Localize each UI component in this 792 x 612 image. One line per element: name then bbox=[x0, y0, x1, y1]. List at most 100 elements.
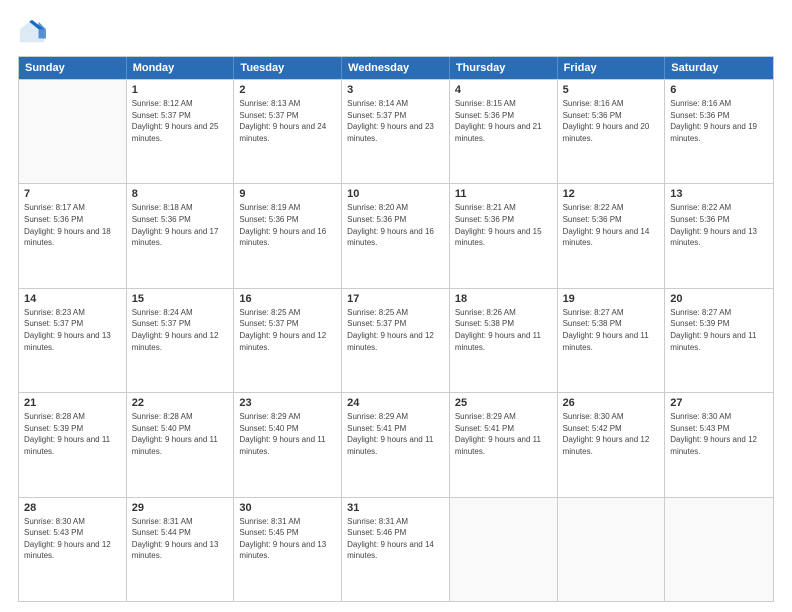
cell-info: Sunrise: 8:15 AMSunset: 5:36 PMDaylight:… bbox=[455, 98, 552, 144]
day-number: 25 bbox=[455, 397, 552, 409]
calendar-week-2: 14 Sunrise: 8:23 AMSunset: 5:37 PMDayligh… bbox=[19, 288, 773, 392]
calendar-cell: 6Sunrise: 8:16 AMSunset: 5:36 PMDaylight… bbox=[665, 80, 773, 183]
cell-info: Sunrise: 8:31 AMSunset: 5:44 PMDaylight:… bbox=[132, 516, 229, 562]
calendar-cell bbox=[19, 80, 127, 183]
day-number: 13 bbox=[670, 188, 768, 200]
day-number: 21 bbox=[24, 397, 121, 409]
day-number: 23 bbox=[239, 397, 336, 409]
cell-info: Sunrise: 8:30 AMSunset: 5:42 PMDaylight:… bbox=[563, 411, 660, 457]
calendar-week-1: 7 Sunrise: 8:17 AMSunset: 5:36 PMDaylight… bbox=[19, 183, 773, 287]
cell-info: Sunrise: 8:17 AMSunset: 5:36 PMDaylight:… bbox=[24, 202, 121, 248]
cell-info: Sunrise: 8:31 AMSunset: 5:46 PMDaylight:… bbox=[347, 516, 444, 562]
calendar-body: 1Sunrise: 8:12 AMSunset: 5:37 PMDaylight… bbox=[19, 79, 773, 601]
day-number: 2 bbox=[239, 84, 336, 96]
cell-info: Sunrise: 8:30 AMSunset: 5:43 PMDaylight:… bbox=[24, 516, 121, 562]
day-number: 22 bbox=[132, 397, 229, 409]
cell-info: Sunrise: 8:23 AMSunset: 5:37 PMDaylight:… bbox=[24, 307, 121, 353]
calendar-cell: 11Sunrise: 8:21 AMSunset: 5:36 PMDayligh… bbox=[450, 184, 558, 287]
day-number: 5 bbox=[563, 84, 660, 96]
cell-info: Sunrise: 8:29 AMSunset: 5:41 PMDaylight:… bbox=[347, 411, 444, 457]
day-number: 27 bbox=[670, 397, 768, 409]
cell-info: Sunrise: 8:14 AMSunset: 5:37 PMDaylight:… bbox=[347, 98, 444, 144]
calendar-cell: 14 Sunrise: 8:23 AMSunset: 5:37 PMDayligh… bbox=[19, 289, 127, 392]
day-number: 17 bbox=[347, 293, 444, 305]
day-number: 28 bbox=[24, 502, 121, 514]
cell-info: Sunrise: 8:28 AMSunset: 5:40 PMDaylight:… bbox=[132, 411, 229, 457]
calendar-cell: 15 Sunrise: 8:24 AMSunset: 5:37 PMDayligh… bbox=[127, 289, 235, 392]
cell-info: Sunrise: 8:24 AMSunset: 5:37 PMDaylight:… bbox=[132, 307, 229, 353]
cell-info: Sunrise: 8:29 AMSunset: 5:41 PMDaylight:… bbox=[455, 411, 552, 457]
cell-info: Sunrise: 8:22 AMSunset: 5:36 PMDaylight:… bbox=[563, 202, 660, 248]
calendar-week-4: 28 Sunrise: 8:30 AMSunset: 5:43 PMDayligh… bbox=[19, 497, 773, 601]
calendar-cell: 27 Sunrise: 8:30 AMSunset: 5:43 PMDayligh… bbox=[665, 393, 773, 496]
calendar-cell: 12 Sunrise: 8:22 AMSunset: 5:36 PMDayligh… bbox=[558, 184, 666, 287]
calendar-cell: 7 Sunrise: 8:17 AMSunset: 5:36 PMDaylight… bbox=[19, 184, 127, 287]
calendar-cell: 18Sunrise: 8:26 AMSunset: 5:38 PMDayligh… bbox=[450, 289, 558, 392]
logo-icon bbox=[18, 18, 46, 46]
day-number: 9 bbox=[239, 188, 336, 200]
day-number: 18 bbox=[455, 293, 552, 305]
header-day-saturday: Saturday bbox=[665, 57, 773, 79]
calendar-week-0: 1Sunrise: 8:12 AMSunset: 5:37 PMDaylight… bbox=[19, 79, 773, 183]
calendar-cell: 26Sunrise: 8:30 AMSunset: 5:42 PMDayligh… bbox=[558, 393, 666, 496]
calendar-cell: 29 Sunrise: 8:31 AMSunset: 5:44 PMDayligh… bbox=[127, 498, 235, 601]
cell-info: Sunrise: 8:25 AMSunset: 5:37 PMDaylight:… bbox=[239, 307, 336, 353]
calendar-cell: 1Sunrise: 8:12 AMSunset: 5:37 PMDaylight… bbox=[127, 80, 235, 183]
header-day-monday: Monday bbox=[127, 57, 235, 79]
page: SundayMondayTuesdayWednesdayThursdayFrid… bbox=[0, 0, 792, 612]
calendar-cell: 8Sunrise: 8:18 AMSunset: 5:36 PMDaylight… bbox=[127, 184, 235, 287]
calendar-cell: 17 Sunrise: 8:25 AMSunset: 5:37 PMDayligh… bbox=[342, 289, 450, 392]
cell-info: Sunrise: 8:30 AMSunset: 5:43 PMDaylight:… bbox=[670, 411, 768, 457]
header-day-friday: Friday bbox=[558, 57, 666, 79]
cell-info: Sunrise: 8:13 AMSunset: 5:37 PMDaylight:… bbox=[239, 98, 336, 144]
day-number: 14 bbox=[24, 293, 121, 305]
day-number: 10 bbox=[347, 188, 444, 200]
cell-info: Sunrise: 8:31 AMSunset: 5:45 PMDaylight:… bbox=[239, 516, 336, 562]
cell-info: Sunrise: 8:27 AMSunset: 5:38 PMDaylight:… bbox=[563, 307, 660, 353]
cell-info: Sunrise: 8:20 AMSunset: 5:36 PMDaylight:… bbox=[347, 202, 444, 248]
calendar-cell: 3 Sunrise: 8:14 AMSunset: 5:37 PMDaylight… bbox=[342, 80, 450, 183]
calendar-cell: 5 Sunrise: 8:16 AMSunset: 5:36 PMDaylight… bbox=[558, 80, 666, 183]
day-number: 31 bbox=[347, 502, 444, 514]
calendar-cell: 21 Sunrise: 8:28 AMSunset: 5:39 PMDayligh… bbox=[19, 393, 127, 496]
calendar-cell: 22 Sunrise: 8:28 AMSunset: 5:40 PMDayligh… bbox=[127, 393, 235, 496]
day-number: 16 bbox=[239, 293, 336, 305]
calendar-header-row: SundayMondayTuesdayWednesdayThursdayFrid… bbox=[19, 57, 773, 79]
calendar-cell: 9 Sunrise: 8:19 AMSunset: 5:36 PMDaylight… bbox=[234, 184, 342, 287]
day-number: 8 bbox=[132, 188, 229, 200]
day-number: 7 bbox=[24, 188, 121, 200]
header-day-thursday: Thursday bbox=[450, 57, 558, 79]
header bbox=[18, 18, 774, 46]
day-number: 30 bbox=[239, 502, 336, 514]
calendar-cell: 19 Sunrise: 8:27 AMSunset: 5:38 PMDayligh… bbox=[558, 289, 666, 392]
day-number: 29 bbox=[132, 502, 229, 514]
calendar-cell: 24Sunrise: 8:29 AMSunset: 5:41 PMDayligh… bbox=[342, 393, 450, 496]
cell-info: Sunrise: 8:25 AMSunset: 5:37 PMDaylight:… bbox=[347, 307, 444, 353]
calendar-cell: 10 Sunrise: 8:20 AMSunset: 5:36 PMDayligh… bbox=[342, 184, 450, 287]
day-number: 12 bbox=[563, 188, 660, 200]
day-number: 6 bbox=[670, 84, 768, 96]
day-number: 19 bbox=[563, 293, 660, 305]
logo bbox=[18, 18, 50, 46]
calendar-week-3: 21 Sunrise: 8:28 AMSunset: 5:39 PMDayligh… bbox=[19, 392, 773, 496]
calendar-cell: 31 Sunrise: 8:31 AMSunset: 5:46 PMDayligh… bbox=[342, 498, 450, 601]
calendar-cell: 4Sunrise: 8:15 AMSunset: 5:36 PMDaylight… bbox=[450, 80, 558, 183]
cell-info: Sunrise: 8:29 AMSunset: 5:40 PMDaylight:… bbox=[239, 411, 336, 457]
calendar-cell: 25 Sunrise: 8:29 AMSunset: 5:41 PMDayligh… bbox=[450, 393, 558, 496]
calendar-cell: 13Sunrise: 8:22 AMSunset: 5:36 PMDayligh… bbox=[665, 184, 773, 287]
calendar-cell bbox=[558, 498, 666, 601]
day-number: 11 bbox=[455, 188, 552, 200]
calendar-cell: 2 Sunrise: 8:13 AMSunset: 5:37 PMDaylight… bbox=[234, 80, 342, 183]
day-number: 3 bbox=[347, 84, 444, 96]
calendar-cell: 16 Sunrise: 8:25 AMSunset: 5:37 PMDayligh… bbox=[234, 289, 342, 392]
header-day-wednesday: Wednesday bbox=[342, 57, 450, 79]
calendar-cell bbox=[665, 498, 773, 601]
cell-info: Sunrise: 8:16 AMSunset: 5:36 PMDaylight:… bbox=[563, 98, 660, 144]
calendar-cell bbox=[450, 498, 558, 601]
header-day-tuesday: Tuesday bbox=[234, 57, 342, 79]
day-number: 20 bbox=[670, 293, 768, 305]
calendar-cell: 20Sunrise: 8:27 AMSunset: 5:39 PMDayligh… bbox=[665, 289, 773, 392]
cell-info: Sunrise: 8:19 AMSunset: 5:36 PMDaylight:… bbox=[239, 202, 336, 248]
day-number: 15 bbox=[132, 293, 229, 305]
cell-info: Sunrise: 8:28 AMSunset: 5:39 PMDaylight:… bbox=[24, 411, 121, 457]
